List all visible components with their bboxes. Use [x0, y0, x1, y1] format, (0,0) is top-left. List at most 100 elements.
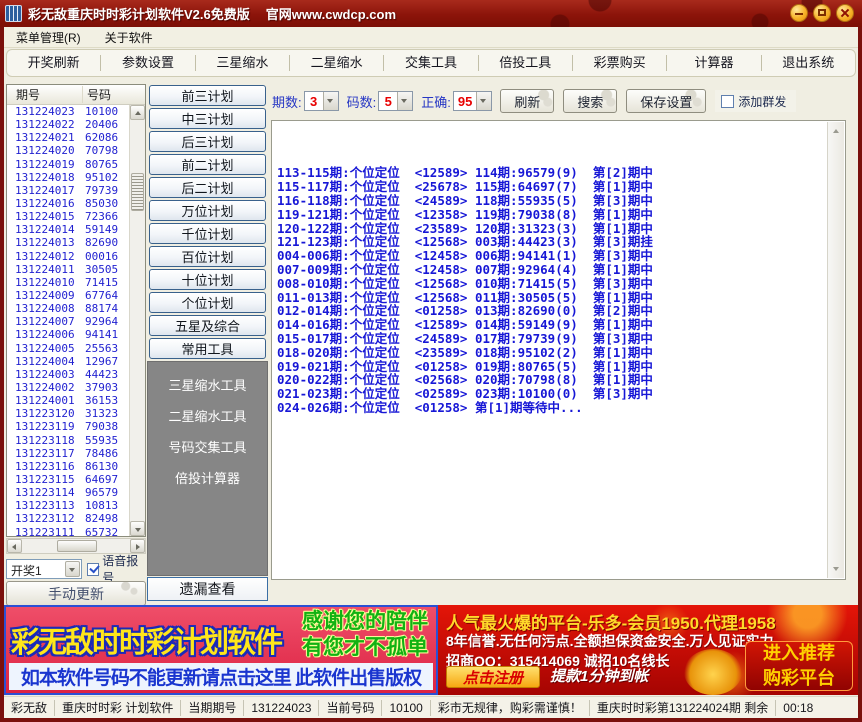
plan-nav-button[interactable]: 常用工具	[149, 338, 266, 359]
plan-nav-button[interactable]: 前三计划	[149, 85, 266, 106]
ad-banner-left[interactable]: 彩无敌时时彩计划软件 感谢您的陪伴 有您才不孤单 如本软件号码不能更新请点击这里…	[4, 605, 438, 695]
toolbar-item[interactable]: 三星缩水	[196, 55, 290, 71]
table-row[interactable]: 131224017 79739	[7, 184, 129, 197]
toolbar-item[interactable]: 计算器	[667, 55, 761, 71]
table-row[interactable]: 131224012 00016	[7, 250, 129, 263]
table-row[interactable]: 131224016 85030	[7, 197, 129, 210]
scroll-right-button[interactable]	[130, 539, 145, 553]
table-row[interactable]: 131224010 71415	[7, 276, 129, 289]
maximize-button[interactable]	[813, 4, 831, 22]
scroll-up-button[interactable]	[130, 105, 145, 120]
table-row[interactable]: 131223118 55935	[7, 434, 129, 447]
table-row[interactable]: 131223115 64697	[7, 473, 129, 486]
scroll-left-button[interactable]	[7, 539, 22, 553]
table-row[interactable]: 131223116 86130	[7, 460, 129, 473]
group-send-checkbox[interactable]	[721, 95, 734, 108]
plan-vertical-scrollbar[interactable]	[827, 122, 844, 578]
accuracy-stepper[interactable]: 95	[453, 91, 492, 111]
scroll-up-button[interactable]	[830, 125, 842, 137]
arrow-up-icon	[833, 129, 839, 133]
codes-dropdown-button[interactable]	[397, 92, 412, 110]
table-row[interactable]: 131224022 20406	[7, 118, 129, 131]
codes-stepper[interactable]: 5	[378, 91, 413, 111]
group-send-label: 添加群发	[738, 93, 786, 110]
plan-nav-button[interactable]: 个位计划	[149, 292, 266, 313]
table-row[interactable]: 131223111 65732	[7, 526, 129, 537]
minimize-button[interactable]	[790, 4, 808, 22]
table-row[interactable]: 131224008 88174	[7, 302, 129, 315]
plan-nav-button[interactable]: 五星及综合	[149, 315, 266, 336]
table-row[interactable]: 131223120 31323	[7, 407, 129, 420]
toolbar-item[interactable]: 彩票购买	[573, 55, 667, 71]
plan-nav-button[interactable]: 十位计划	[149, 269, 266, 290]
combo-dropdown-button[interactable]	[65, 561, 80, 577]
plan-nav-button[interactable]: 百位计划	[149, 246, 266, 267]
table-row[interactable]: 131223117 78486	[7, 447, 129, 460]
save-settings-button[interactable]: 保存设置	[626, 89, 706, 113]
toolbar-item[interactable]: 开奖刷新	[7, 55, 101, 71]
table-row[interactable]: 131224023 10100	[7, 105, 129, 118]
table-row[interactable]: 131224006 94141	[7, 328, 129, 341]
table-row[interactable]: 131224002 37903	[7, 381, 129, 394]
scrollbar-thumb[interactable]	[57, 540, 97, 552]
draw-source-select[interactable]: 开奖1	[6, 559, 82, 579]
toolbar-item[interactable]: 退出系统	[762, 55, 855, 71]
plan-nav-button[interactable]: 后二计划	[149, 177, 266, 198]
accuracy-dropdown-button[interactable]	[476, 92, 491, 110]
menu-item[interactable]: 菜单管理(R)	[4, 27, 93, 47]
table-row[interactable]: 131224004 12967	[7, 355, 129, 368]
plan-nav-button[interactable]: 前二计划	[149, 154, 266, 175]
tool-link[interactable]: 倍投计算器	[148, 462, 267, 493]
plan-nav-button[interactable]: 万位计划	[149, 200, 266, 221]
toolbar-item[interactable]: 倍投工具	[479, 55, 573, 71]
scroll-down-button[interactable]	[830, 563, 842, 575]
close-button[interactable]	[836, 4, 854, 22]
number-cell: 79038	[83, 420, 129, 433]
plan-nav-button[interactable]: 后三计划	[149, 131, 266, 152]
table-row[interactable]: 131224003 44423	[7, 368, 129, 381]
table-row[interactable]: 131224019 80765	[7, 158, 129, 171]
refresh-button[interactable]: 刷新	[500, 89, 554, 113]
accuracy-value: 95	[454, 92, 476, 110]
manual-update-button[interactable]: 手动更新	[6, 581, 146, 606]
table-row[interactable]: 131224021 62086	[7, 131, 129, 144]
voice-announce-checkbox[interactable]	[87, 563, 99, 576]
history-vertical-scrollbar[interactable]	[129, 105, 145, 536]
toolbar-item[interactable]: 参数设置	[101, 55, 195, 71]
number-cell: 82690	[83, 236, 129, 249]
table-row[interactable]: 131224005 25563	[7, 342, 129, 355]
table-row[interactable]: 131224011 30505	[7, 263, 129, 276]
table-row[interactable]: 131224001 36153	[7, 394, 129, 407]
plan-nav-button[interactable]: 中三计划	[149, 108, 266, 129]
tool-link[interactable]: 二星缩水工具	[148, 400, 267, 431]
column-header-issue[interactable]: 期号	[7, 86, 83, 103]
toolbar-item[interactable]: 二星缩水	[290, 55, 384, 71]
table-row[interactable]: 131224013 82690	[7, 236, 129, 249]
tool-link[interactable]: 号码交集工具	[148, 431, 267, 462]
table-row[interactable]: 131224007 92964	[7, 315, 129, 328]
promo-platform-button[interactable]: 进入推荐 购彩平台	[745, 641, 853, 691]
ad-banner-right[interactable]: 人气最火爆的平台-乐多-会员1950.代理1958 8年信誉.无任何污点.全额担…	[438, 605, 858, 695]
register-button[interactable]: 点击注册	[446, 666, 540, 688]
table-row[interactable]: 131224018 95102	[7, 171, 129, 184]
scroll-down-button[interactable]	[130, 521, 145, 536]
table-row[interactable]: 131224015 72366	[7, 210, 129, 223]
search-button[interactable]: 搜索	[563, 89, 617, 113]
table-row[interactable]: 131224009 67764	[7, 289, 129, 302]
column-header-number[interactable]: 号码	[83, 86, 145, 103]
table-row[interactable]: 131223114 96579	[7, 486, 129, 499]
table-row[interactable]: 131223113 10813	[7, 499, 129, 512]
table-row[interactable]: 131223119 79038	[7, 420, 129, 433]
table-row[interactable]: 131224014 59149	[7, 223, 129, 236]
menu-item[interactable]: 关于软件	[93, 27, 165, 47]
omission-view-button[interactable]: 遗漏查看	[147, 577, 268, 601]
tool-link[interactable]: 三星缩水工具	[148, 369, 267, 400]
toolbar-item[interactable]: 交集工具	[384, 55, 478, 71]
table-row[interactable]: 131223112 82498	[7, 512, 129, 525]
banner-update-link[interactable]: 如本软件号码不能更新请点击这里 此软件出售版权	[9, 663, 433, 690]
periods-stepper[interactable]: 3	[304, 91, 339, 111]
scrollbar-thumb[interactable]	[131, 173, 144, 211]
plan-nav-button[interactable]: 千位计划	[149, 223, 266, 244]
periods-dropdown-button[interactable]	[323, 92, 338, 110]
table-row[interactable]: 131224020 70798	[7, 144, 129, 157]
